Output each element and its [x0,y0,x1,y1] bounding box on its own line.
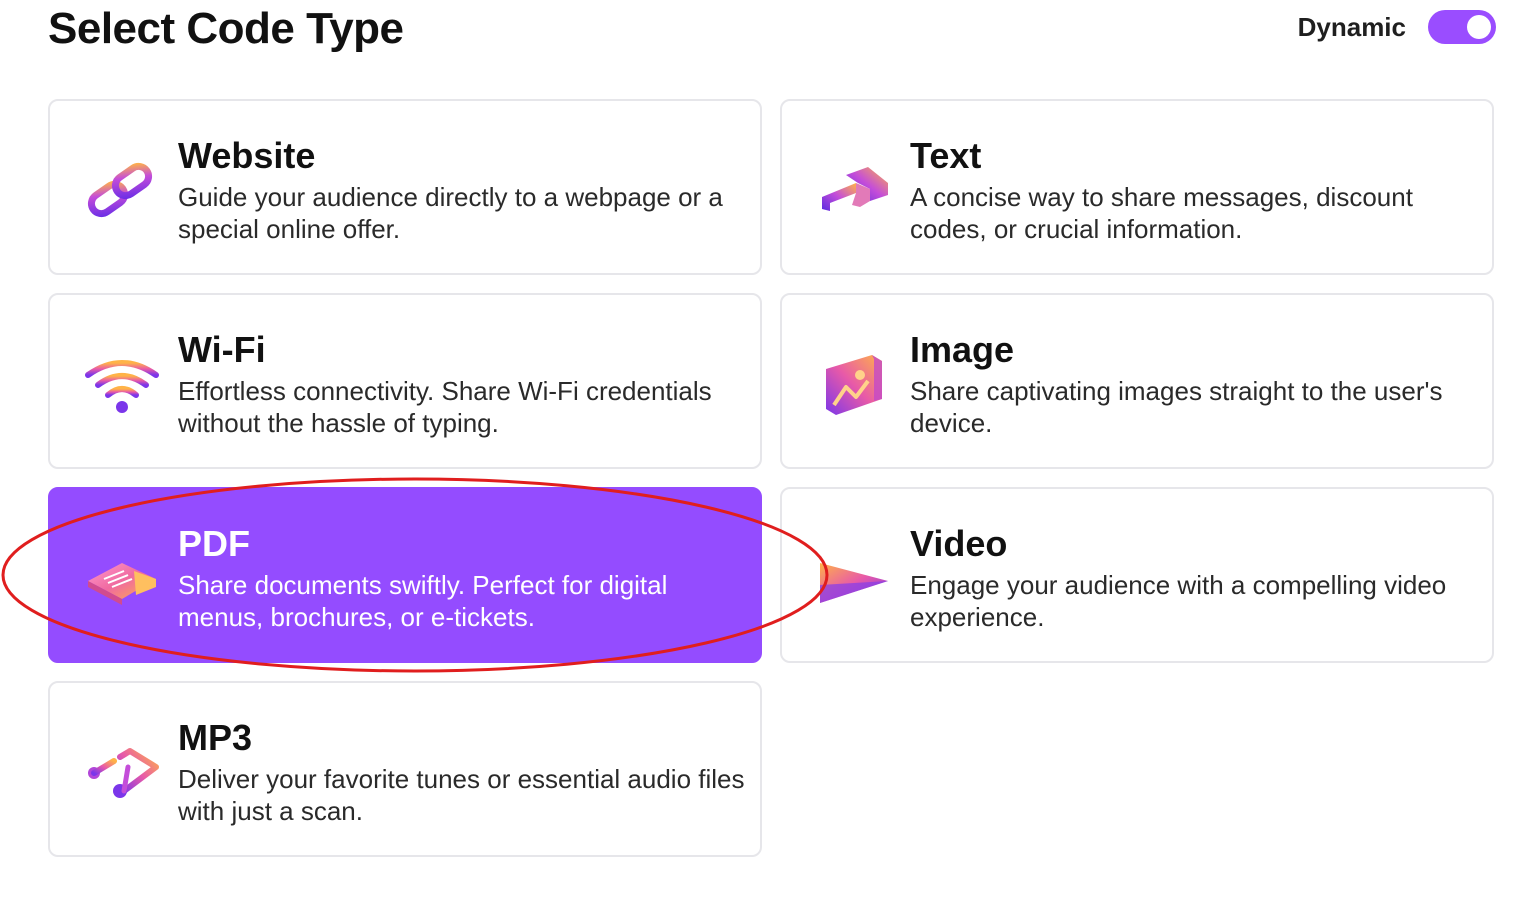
card-description: Guide your audience directly to a webpag… [178,182,723,244]
card-website[interactable]: Website Guide your audience directly to … [48,99,762,275]
card-mp3[interactable]: MP3 Deliver your favorite tunes or essen… [48,681,762,857]
play-icon [820,563,888,603]
toggle-knob [1467,15,1491,39]
card-text[interactable]: Text A concise way to share messages, di… [780,99,1494,275]
document-icon [88,563,156,605]
image-icon [826,355,882,415]
select-code-type-page: Select Code Type Dynamic Website Guide y… [0,0,1536,903]
card-description: Share captivating images straight to the… [910,376,1443,438]
card-description: A concise way to share messages, discoun… [910,182,1413,244]
card-wifi[interactable]: Wi-Fi Effortless connectivity. Share Wi-… [48,293,762,469]
card-description: Effortless connectivity. Share Wi-Fi cre… [178,376,712,438]
page-title: Select Code Type [48,4,404,53]
text-icon [822,167,888,211]
card-title: Video [910,523,1008,564]
card-title: Website [178,135,316,176]
dynamic-label: Dynamic [1297,11,1406,42]
wifi-icon [85,360,159,413]
card-description: Engage your audience with a compelling v… [910,570,1447,632]
card-title: MP3 [178,717,253,758]
card-pdf[interactable]: PDF Share documents swiftly. Perfect for… [48,487,762,663]
music-note-icon [88,748,159,798]
card-image[interactable]: Image Share captivating images straight … [780,293,1494,469]
card-video[interactable]: Video Engage your audience with a compel… [780,487,1494,663]
dynamic-toggle[interactable] [1428,10,1496,44]
link-icon [87,162,153,218]
card-description: Deliver your favorite tunes or essential… [178,764,745,826]
card-title: PDF [178,523,250,564]
card-title: Text [910,135,982,176]
dynamic-toggle-group: Dynamic [1298,10,1496,44]
card-description: Share documents swiftly. Perfect for dig… [178,570,668,632]
card-title: Wi-Fi [178,329,266,370]
card-title: Image [910,329,1015,370]
